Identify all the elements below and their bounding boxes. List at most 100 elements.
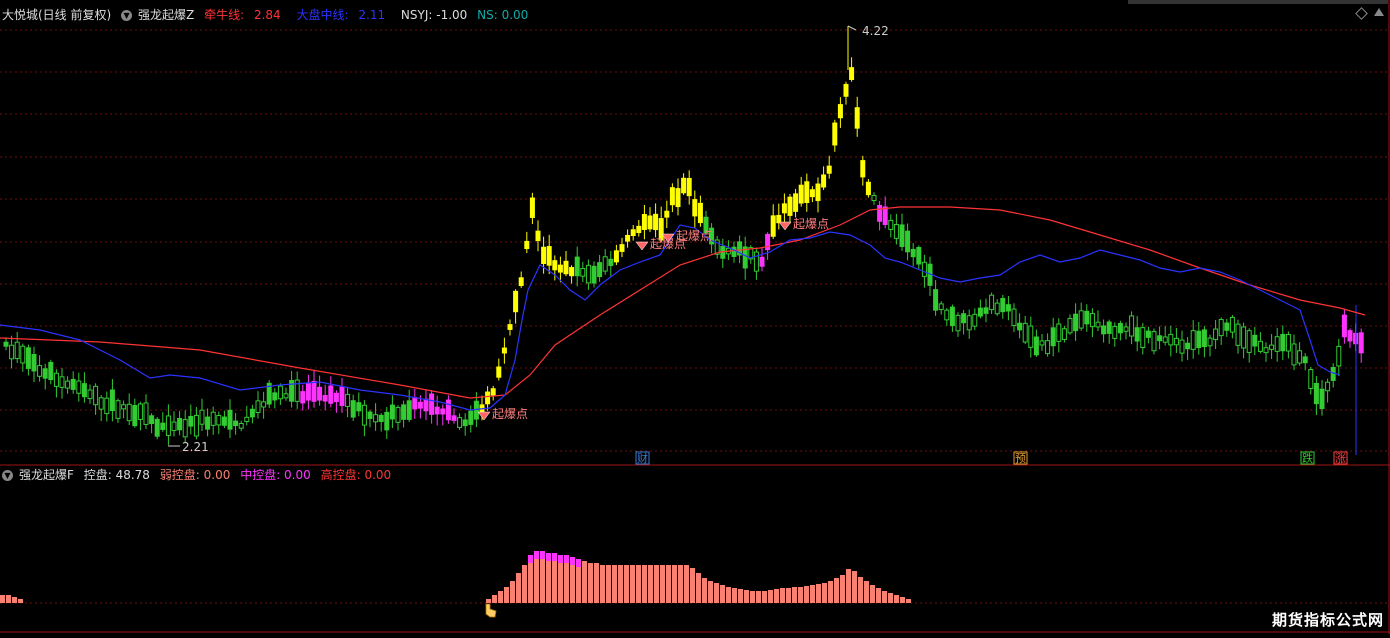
candle-body <box>529 197 535 218</box>
control-bar <box>798 587 803 603</box>
candle-body <box>1302 356 1308 364</box>
candle-body <box>669 187 675 206</box>
candle-body <box>933 289 939 311</box>
candle-body <box>188 415 194 427</box>
high-pointer <box>847 25 857 31</box>
control-bar <box>510 581 515 603</box>
candle-body <box>753 251 759 272</box>
collapse-icon[interactable]: ▼ <box>121 10 133 21</box>
candle-body <box>877 204 883 222</box>
mid-ctrl-label: 中控盘: 0.00 <box>240 468 311 482</box>
candle-body <box>417 401 423 409</box>
candle-body <box>37 365 43 377</box>
candle-body <box>781 203 787 214</box>
candle-body <box>989 294 995 311</box>
candle-body <box>1045 340 1051 355</box>
candle-body <box>171 421 177 432</box>
candle-body <box>1151 331 1157 352</box>
candle-body <box>70 378 76 390</box>
candle-body <box>686 177 692 197</box>
candle-body <box>1263 347 1269 354</box>
control-bar <box>792 587 797 603</box>
candle-body <box>31 354 37 372</box>
indicator-name[interactable]: 强龙起爆Z <box>138 8 194 22</box>
control-bar <box>744 590 749 603</box>
candle-body <box>630 229 636 237</box>
candle-body <box>1308 368 1314 390</box>
candle-body <box>143 402 149 425</box>
candle-body <box>93 385 99 406</box>
candle-body <box>1140 327 1146 348</box>
low-price-label: 2.21 <box>182 440 209 454</box>
candle-body <box>826 165 832 174</box>
burst-icon <box>477 411 491 421</box>
control-bar <box>720 585 725 603</box>
candle-body <box>1257 340 1263 352</box>
candle-body <box>1190 330 1196 350</box>
candle-body <box>406 400 412 420</box>
candle-body <box>557 264 563 273</box>
control-bars <box>0 551 911 618</box>
control-bar-top <box>546 553 551 561</box>
candle-body <box>14 341 20 360</box>
control-bar <box>684 565 689 603</box>
candle-body <box>1241 326 1247 349</box>
candle-body <box>955 314 961 332</box>
candle-body <box>1246 330 1252 353</box>
candle-body <box>367 411 373 419</box>
candle-body <box>1134 327 1140 342</box>
control-bar <box>750 591 755 603</box>
burst-icon <box>635 241 649 251</box>
candle-body <box>1005 304 1011 312</box>
candle-body <box>149 415 155 425</box>
event-marker-label: 跌 <box>1302 451 1313 465</box>
candle-body <box>882 206 888 226</box>
sub-indicator-name[interactable]: 强龙起爆F <box>19 468 74 482</box>
candle-body <box>300 391 306 404</box>
candle-body <box>1173 337 1179 346</box>
control-bar <box>708 581 713 603</box>
control-bar <box>810 585 815 603</box>
candle-body <box>697 202 703 224</box>
candle-body <box>205 416 211 430</box>
candle-body <box>1145 330 1151 338</box>
control-bar <box>768 590 773 603</box>
mid-line <box>0 224 1341 411</box>
candle-body <box>546 246 552 266</box>
candle-body <box>625 234 631 242</box>
control-bar <box>864 581 869 603</box>
control-bar <box>822 583 827 603</box>
candle-body <box>1325 381 1331 392</box>
candle-body <box>1218 319 1224 337</box>
candle-body <box>905 230 911 253</box>
candle-body <box>473 400 479 420</box>
control-bar <box>852 571 857 603</box>
candle-body <box>580 267 586 277</box>
triangle-up-icon[interactable] <box>1374 8 1384 16</box>
control-bar <box>816 584 821 603</box>
price-chart[interactable]: 4.222.21起爆点起爆点起爆点起爆点财预跌涨 <box>0 0 1390 634</box>
annotations: 4.222.21起爆点起爆点起爆点起爆点财预跌涨 <box>168 24 1348 465</box>
candle-body <box>574 256 580 277</box>
control-bar <box>612 565 617 603</box>
candle-body <box>507 324 513 330</box>
control-bar <box>660 565 665 603</box>
collapse-icon[interactable]: ▼ <box>2 470 13 481</box>
candle-body <box>815 183 821 202</box>
candle-body <box>160 422 166 431</box>
bull-line-label: 牵牛线: 2.84 <box>204 8 281 22</box>
candle-body <box>871 194 877 202</box>
candle-body <box>961 313 967 324</box>
candle-body <box>199 409 205 425</box>
chart-area[interactable]: 4.22 2.21 起爆点 起爆点 起爆点 起爆点财预跌涨 <box>0 0 1390 634</box>
candle-body <box>378 414 384 422</box>
candle-body <box>1185 342 1191 350</box>
candle-body <box>854 107 860 129</box>
candle-body <box>87 389 93 400</box>
candle-body <box>1117 323 1123 334</box>
candle-body <box>227 409 233 430</box>
control-bar <box>486 599 491 603</box>
toolbar-strip[interactable] <box>1128 0 1388 4</box>
candle-body <box>899 224 905 247</box>
control-bar <box>732 588 737 603</box>
